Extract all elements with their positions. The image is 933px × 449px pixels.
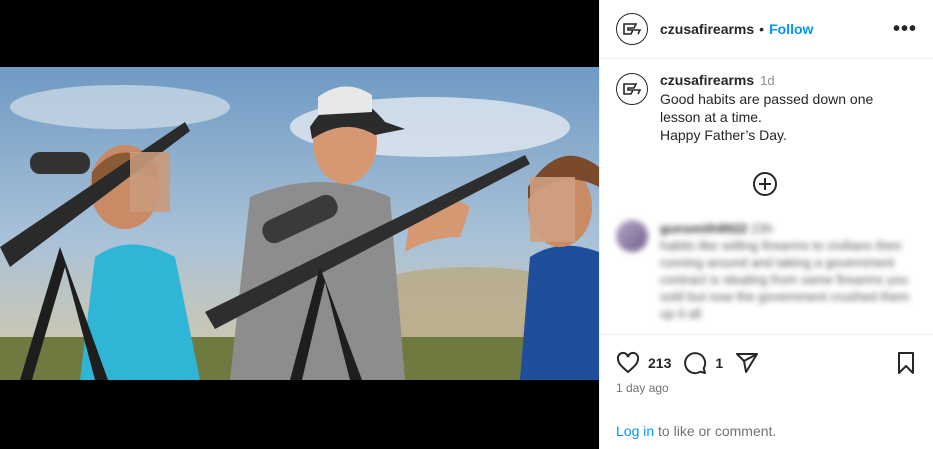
post-media[interactable] — [0, 0, 599, 449]
login-prompt: Log in to like or comment. — [616, 423, 776, 439]
post-header: czusafirearms • Follow ••• — [600, 0, 933, 59]
caption-time: 1d — [760, 73, 775, 88]
comment-item: gunsmith8922 23h habits like selling fir… — [616, 220, 916, 322]
post-actions: 213 1 1 day ago Log in to like or commen… — [600, 334, 933, 449]
heart-icon[interactable] — [616, 351, 640, 375]
commenter-avatar[interactable] — [616, 220, 648, 252]
comment-body: gunsmith8922 23h habits like selling fir… — [660, 220, 916, 322]
post-time-ago[interactable]: 1 day ago — [600, 377, 933, 395]
login-suffix: to like or comment. — [654, 423, 777, 439]
share-icon[interactable] — [735, 351, 759, 375]
more-options-icon[interactable]: ••• — [893, 19, 917, 39]
post-caption: czusafirearms 1d Good habits are passed d… — [600, 59, 933, 144]
cz-logo-icon — [623, 83, 642, 95]
comment-count[interactable]: 1 — [715, 355, 723, 371]
like-group: 213 — [616, 351, 683, 375]
avatar[interactable] — [616, 13, 648, 45]
like-count[interactable]: 213 — [648, 355, 671, 371]
post-photo — [0, 67, 599, 380]
comment-username[interactable]: gunsmith8922 — [660, 221, 747, 236]
follow-button[interactable]: Follow — [769, 21, 813, 37]
comment-time: 23h — [751, 221, 773, 236]
comment-icon[interactable] — [683, 351, 707, 375]
bookmark-icon[interactable] — [894, 351, 918, 375]
post-sidebar: czusafirearms • Follow ••• czusafirearms… — [599, 0, 933, 449]
caption-body: czusafirearms 1d Good habits are passed d… — [660, 71, 873, 144]
comment-text: habits like selling firearms to civilian… — [660, 238, 910, 321]
action-icons: 213 1 — [600, 335, 933, 377]
separator-dot: • — [759, 21, 765, 37]
login-link[interactable]: Log in — [616, 423, 654, 439]
cz-logo-icon — [623, 23, 642, 35]
caption-text: Good habits are passed down one lesson a… — [660, 91, 874, 143]
load-more-comments-icon[interactable] — [753, 172, 777, 196]
caption-username[interactable]: czusafirearms — [660, 72, 754, 88]
header-username[interactable]: czusafirearms — [660, 21, 754, 37]
caption-avatar[interactable] — [616, 73, 648, 105]
comment-group: 1 — [683, 351, 735, 375]
